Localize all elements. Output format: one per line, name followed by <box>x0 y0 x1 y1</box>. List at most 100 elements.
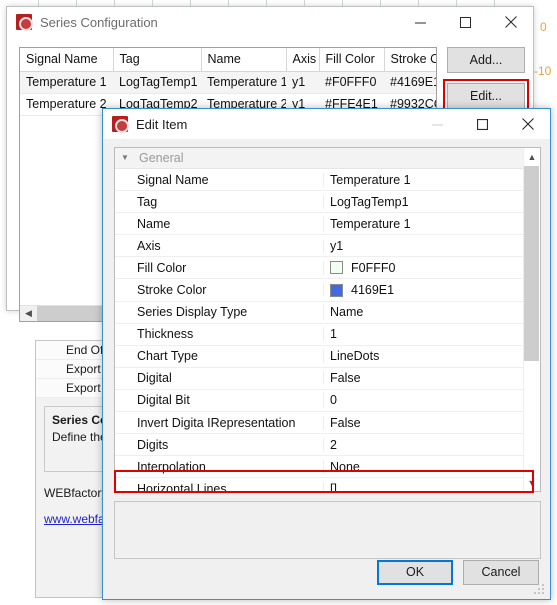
property-grid-scrollbar[interactable]: ▲ ▼ <box>523 148 540 491</box>
cell-axis: y1 <box>286 71 319 94</box>
scrollbar-thumb[interactable] <box>524 166 539 361</box>
property-row-thickness[interactable]: Thickness 1 <box>115 324 523 346</box>
property-row-tag[interactable]: Tag LogTagTemp1 <box>115 191 523 214</box>
property-label: Stroke Color <box>137 283 207 298</box>
property-value[interactable]: 1 <box>323 327 523 342</box>
cell-signal-name: Temperature 2 <box>20 93 113 116</box>
column-header-axis[interactable]: Axis <box>286 48 320 72</box>
resize-grip[interactable] <box>534 584 546 596</box>
property-label: Digits <box>137 437 169 452</box>
property-label: Digital <box>137 371 172 386</box>
property-value[interactable]: LogTagTemp1 <box>323 194 523 209</box>
property-value: F0FFF0 <box>351 260 396 275</box>
property-value[interactable]: None <box>323 459 523 474</box>
edit-dialog-body: ▼ General Signal Name Temperature 1 Tag … <box>103 139 550 599</box>
property-row-stroke-color[interactable]: Stroke Color 4169E1 <box>115 279 523 302</box>
edit-dialog-title: Edit Item <box>136 116 188 132</box>
property-row-invert-digital-representation[interactable]: Invert Digita IRepresentation False <box>115 412 523 435</box>
property-row-horizontal-lines[interactable]: Horizontal Lines [] <box>115 478 523 491</box>
property-grid[interactable]: ▼ General Signal Name Temperature 1 Tag … <box>114 147 541 492</box>
property-value[interactable]: False <box>323 371 523 386</box>
scroll-down-icon[interactable]: ▼ <box>524 474 541 491</box>
property-description-panel <box>114 501 541 559</box>
edit-item-dialog: Edit Item ▼ General Signal Name Temperat… <box>102 108 551 600</box>
property-grid-rows: ▼ General Signal Name Temperature 1 Tag … <box>115 148 523 491</box>
property-value[interactable]: [] <box>323 481 523 491</box>
maximize-icon[interactable] <box>443 7 488 37</box>
edit-button[interactable]: Edit... <box>447 83 525 109</box>
property-label: Digital Bit <box>137 393 190 408</box>
property-value[interactable]: Name <box>323 305 523 320</box>
screen-root: 0 -10 End Of Export Export Series Con De… <box>0 0 557 605</box>
property-value[interactable]: 0 <box>323 393 523 408</box>
property-row-digits[interactable]: Digits 2 <box>115 434 523 457</box>
property-row-digital-bit[interactable]: Digital Bit 0 <box>115 390 523 413</box>
property-row-interpolation[interactable]: Interpolation None <box>115 456 523 479</box>
property-value[interactable]: y1 <box>323 238 523 253</box>
property-value[interactable]: Temperature 1 <box>323 172 523 187</box>
column-header-tag[interactable]: Tag <box>113 48 202 72</box>
table-header-row: Signal Name Tag Name Axis Fill Color Str… <box>20 48 436 72</box>
app-icon <box>16 14 33 31</box>
property-label: Series Display Type <box>137 305 248 320</box>
property-row-signal-name[interactable]: Signal Name Temperature 1 <box>115 169 523 192</box>
property-row-name[interactable]: Name Temperature 1 <box>115 213 523 236</box>
property-value-container[interactable]: 4169E1 <box>323 283 523 298</box>
column-header-name[interactable]: Name <box>201 48 287 72</box>
property-group-label: General <box>139 151 184 165</box>
series-window-titlebar[interactable]: Series Configuration <box>7 7 533 37</box>
column-header-stroke-color[interactable]: Stroke Color <box>384 48 436 72</box>
property-value[interactable]: Temperature 1 <box>323 216 523 231</box>
add-button[interactable]: Add... <box>447 47 525 73</box>
property-group-general[interactable]: ▼ General <box>115 148 523 169</box>
series-window-buttons <box>398 7 533 37</box>
series-window-title: Series Configuration <box>40 14 158 30</box>
edit-dialog-titlebar[interactable]: Edit Item <box>103 109 550 139</box>
edit-dialog-window-buttons <box>415 109 550 139</box>
property-value: 4169E1 <box>351 283 395 298</box>
column-header-signal-name[interactable]: Signal Name <box>20 48 114 72</box>
cancel-button[interactable]: Cancel <box>463 560 539 585</box>
cell-fill-color: #F0FFF0 <box>319 71 384 94</box>
cell-name: Temperature 1 <box>201 71 286 94</box>
property-value[interactable]: False <box>323 415 523 430</box>
column-header-fill-color[interactable]: Fill Color <box>319 48 385 72</box>
property-label: Fill Color <box>137 260 187 275</box>
stroke-color-swatch[interactable] <box>330 283 343 297</box>
fill-color-swatch[interactable] <box>330 261 343 275</box>
property-row-chart-type[interactable]: Chart Type LineDots <box>115 346 523 368</box>
property-row-axis[interactable]: Axis y1 <box>115 235 523 258</box>
property-label: Invert Digita IRepresentation <box>137 415 296 430</box>
property-label: Horizontal Lines <box>137 481 227 491</box>
app-icon <box>112 116 129 133</box>
property-label: Chart Type <box>137 349 198 364</box>
property-value[interactable]: LineDots <box>323 349 523 364</box>
property-row-fill-color[interactable]: Fill Color F0FFF0 <box>115 257 523 280</box>
property-label: Axis <box>137 238 161 253</box>
chevron-collapse-icon[interactable]: ▼ <box>121 154 133 162</box>
close-icon[interactable] <box>488 7 533 37</box>
cell-tag: LogTagTemp1 <box>113 71 201 94</box>
edit-dialog-buttons: OK Cancel <box>377 560 539 585</box>
property-label: Signal Name <box>137 172 209 187</box>
property-row-series-display-type[interactable]: Series Display Type Name <box>115 302 523 324</box>
property-label: Tag <box>137 194 158 209</box>
property-label: Name <box>137 216 171 231</box>
scroll-up-icon[interactable]: ▲ <box>524 148 541 165</box>
minimize-icon[interactable] <box>398 7 443 37</box>
property-row-digital[interactable]: Digital False <box>115 368 523 390</box>
property-label: Thickness <box>137 327 194 342</box>
property-value[interactable]: 2 <box>323 437 523 452</box>
property-value-container[interactable]: F0FFF0 <box>323 260 523 275</box>
cell-signal-name: Temperature 1 <box>20 71 113 94</box>
cell-stroke-color: #4169E1 <box>384 71 436 94</box>
series-table[interactable]: Signal Name Tag Name Axis Fill Color Str… <box>20 48 436 116</box>
close-icon[interactable] <box>505 109 550 139</box>
chart-axis-label-0: 0 <box>540 20 547 34</box>
property-label: Interpolation <box>137 459 206 474</box>
ok-button[interactable]: OK <box>377 560 453 585</box>
maximize-icon[interactable] <box>460 109 505 139</box>
scroll-left-icon[interactable]: ◀ <box>20 306 37 322</box>
minimize-icon <box>415 109 460 139</box>
table-row[interactable]: Temperature 1 LogTagTemp1 Temperature 1 … <box>20 71 436 94</box>
